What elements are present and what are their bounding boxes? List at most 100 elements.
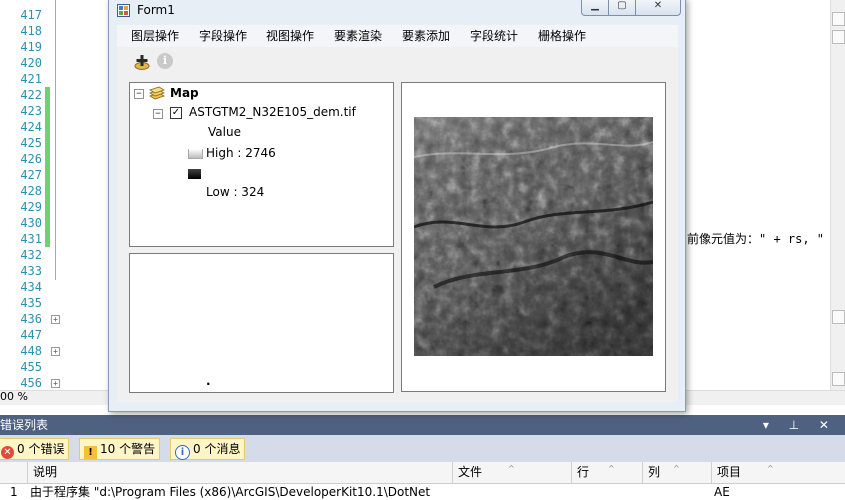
error-icon: ✕ <box>1 446 14 459</box>
change-marker <box>45 199 50 215</box>
legend-high-label: High : 2746 <box>206 146 276 160</box>
table-row[interactable]: 1 由于程序集 "d:\Program Files (x86)\ArcGIS\D… <box>0 484 845 500</box>
change-marker <box>45 215 50 231</box>
errors-filter-button[interactable]: ✕ 0 个错误 <box>0 438 70 460</box>
window-title: Form1 <box>137 3 175 17</box>
menu-layer-ops[interactable]: 图层操作 <box>131 25 179 47</box>
close-icon: ✕ <box>653 0 663 11</box>
line-number: 434 <box>20 280 42 294</box>
line-number: 431 <box>20 232 42 246</box>
layer-name[interactable]: ASTGTM2_N32E105_dem.tif <box>189 104 356 120</box>
toc-control[interactable]: − Map − ✓ ASTGTM2_N32E105_dem.tif Value … <box>129 82 394 247</box>
map-control[interactable] <box>401 82 666 392</box>
line-number: 417 <box>20 8 42 22</box>
column-header-index[interactable] <box>0 462 27 483</box>
map-node-label[interactable]: Map <box>170 85 199 101</box>
menu-view-ops[interactable]: 视图操作 <box>266 25 314 47</box>
column-header-description[interactable]: 说明 <box>27 462 451 483</box>
form1-client-area: 图层操作 字段操作 视图操作 要素渲染 要素添加 字段统计 栅格操作 i − M… <box>117 25 678 402</box>
form1-titlebar[interactable]: Form1 ▁ ▢ ✕ <box>109 0 685 21</box>
scroll-track-marker[interactable] <box>832 30 845 44</box>
menu-field-stats[interactable]: 字段统计 <box>470 25 518 47</box>
line-number: 430 <box>20 216 42 230</box>
sort-arrow-icon: ^ <box>673 464 680 473</box>
layer-visibility-checkbox[interactable]: ✓ <box>170 107 182 119</box>
line-number: 456 <box>20 376 42 390</box>
line-number: 421 <box>20 72 42 86</box>
error-list-toolbar: ✕ 0 个错误 ! 10 个警告 i0 个消息 <box>0 435 845 462</box>
menu-bar: 图层操作 字段操作 视图操作 要素渲染 要素添加 字段统计 栅格操作 <box>117 25 678 47</box>
zoom-level[interactable]: 00 % <box>0 390 28 404</box>
expand-region-icon[interactable]: + <box>51 379 60 388</box>
line-number: 426 <box>20 152 42 166</box>
scroll-down-button[interactable] <box>832 372 845 386</box>
dem-raster-image <box>414 117 653 356</box>
column-header-file[interactable]: 文件 ^ <box>452 462 570 483</box>
legend-low-swatch <box>188 169 201 179</box>
warnings-filter-button[interactable]: ! 10 个警告 <box>79 438 161 460</box>
scroll-up-button[interactable] <box>832 12 845 26</box>
close-button[interactable]: ✕ <box>635 0 681 16</box>
identify-icon[interactable]: i <box>157 53 173 69</box>
column-header-line[interactable]: 行 ^ <box>571 462 642 483</box>
line-number: 425 <box>20 136 42 150</box>
panel-controls[interactable]: ▾ ⊥ ✕ <box>763 415 837 435</box>
messages-filter-button[interactable]: i0 个消息 <box>170 438 246 460</box>
column-header-column[interactable]: 列 ^ <box>642 462 711 483</box>
maximize-icon: ▢ <box>617 0 627 11</box>
change-marker <box>45 231 50 247</box>
row-index: 1 <box>10 485 18 499</box>
legend-value-label: Value <box>208 125 241 139</box>
map-layers-icon <box>149 86 165 100</box>
minimize-icon: ▁ <box>591 0 599 11</box>
collapse-layer-icon[interactable]: − <box>153 109 163 119</box>
line-number: 447 <box>20 328 42 342</box>
sort-arrow-icon: ^ <box>767 464 774 473</box>
legend-low-label: Low : 324 <box>206 185 265 199</box>
line-number: 435 <box>20 296 42 310</box>
change-marker <box>45 167 50 183</box>
line-number: 455 <box>20 360 42 374</box>
line-number: 433 <box>20 264 42 278</box>
overview-map[interactable]: . <box>129 253 394 393</box>
change-marker <box>45 183 50 199</box>
collapse-map-icon[interactable]: − <box>134 89 144 99</box>
minimize-button[interactable]: ▁ <box>581 0 609 16</box>
expand-region-icon[interactable]: + <box>51 347 60 356</box>
error-list-title: 错误列表 <box>0 418 49 432</box>
scroll-thumb[interactable] <box>832 310 845 324</box>
line-number: 427 <box>20 168 42 182</box>
row-description: 由于程序集 "d:\Program Files (x86)\ArcGIS\Dev… <box>30 485 431 499</box>
row-project: AE <box>714 485 730 499</box>
line-number: 432 <box>20 248 42 262</box>
line-number: 436 <box>20 312 42 326</box>
outline-guide-line <box>55 0 56 280</box>
change-marker <box>45 103 50 119</box>
line-number: 418 <box>20 24 42 38</box>
line-number: 428 <box>20 184 42 198</box>
line-number: 423 <box>20 104 42 118</box>
column-header-project[interactable]: 项目 ^ <box>711 462 835 483</box>
code-line-fragment[interactable]: 前像元值为：" + rs, " <box>687 230 824 247</box>
line-number: 448 <box>20 344 42 358</box>
warning-icon: ! <box>84 446 97 459</box>
menu-raster-ops[interactable]: 栅格操作 <box>538 25 586 47</box>
menu-feature-render[interactable]: 要素渲染 <box>334 25 382 47</box>
change-marker <box>45 87 50 103</box>
menu-field-ops[interactable]: 字段操作 <box>199 25 247 47</box>
line-number: 419 <box>20 40 42 54</box>
expand-region-icon[interactable]: + <box>51 315 60 324</box>
sort-arrow-icon: ^ <box>608 464 615 473</box>
line-number: 429 <box>20 200 42 214</box>
add-data-icon[interactable] <box>133 53 151 71</box>
legend-high-swatch <box>188 149 203 159</box>
form1-window: Form1 ▁ ▢ ✕ 图层操作 字段操作 视图操作 要素渲染 要素添加 字段统… <box>108 0 686 412</box>
line-number: 420 <box>20 56 42 70</box>
info-icon: i <box>175 445 190 460</box>
editor-vertical-scrollbar[interactable] <box>830 0 845 390</box>
maximize-button[interactable]: ▢ <box>608 0 636 16</box>
line-number: 422 <box>20 88 42 102</box>
line-number-gutter: 417 418 419 420 421 422 423 424 425 426 427 428 429 4… <box>0 0 64 390</box>
menu-feature-add[interactable]: 要素添加 <box>402 25 450 47</box>
overview-marker: . <box>206 374 211 388</box>
